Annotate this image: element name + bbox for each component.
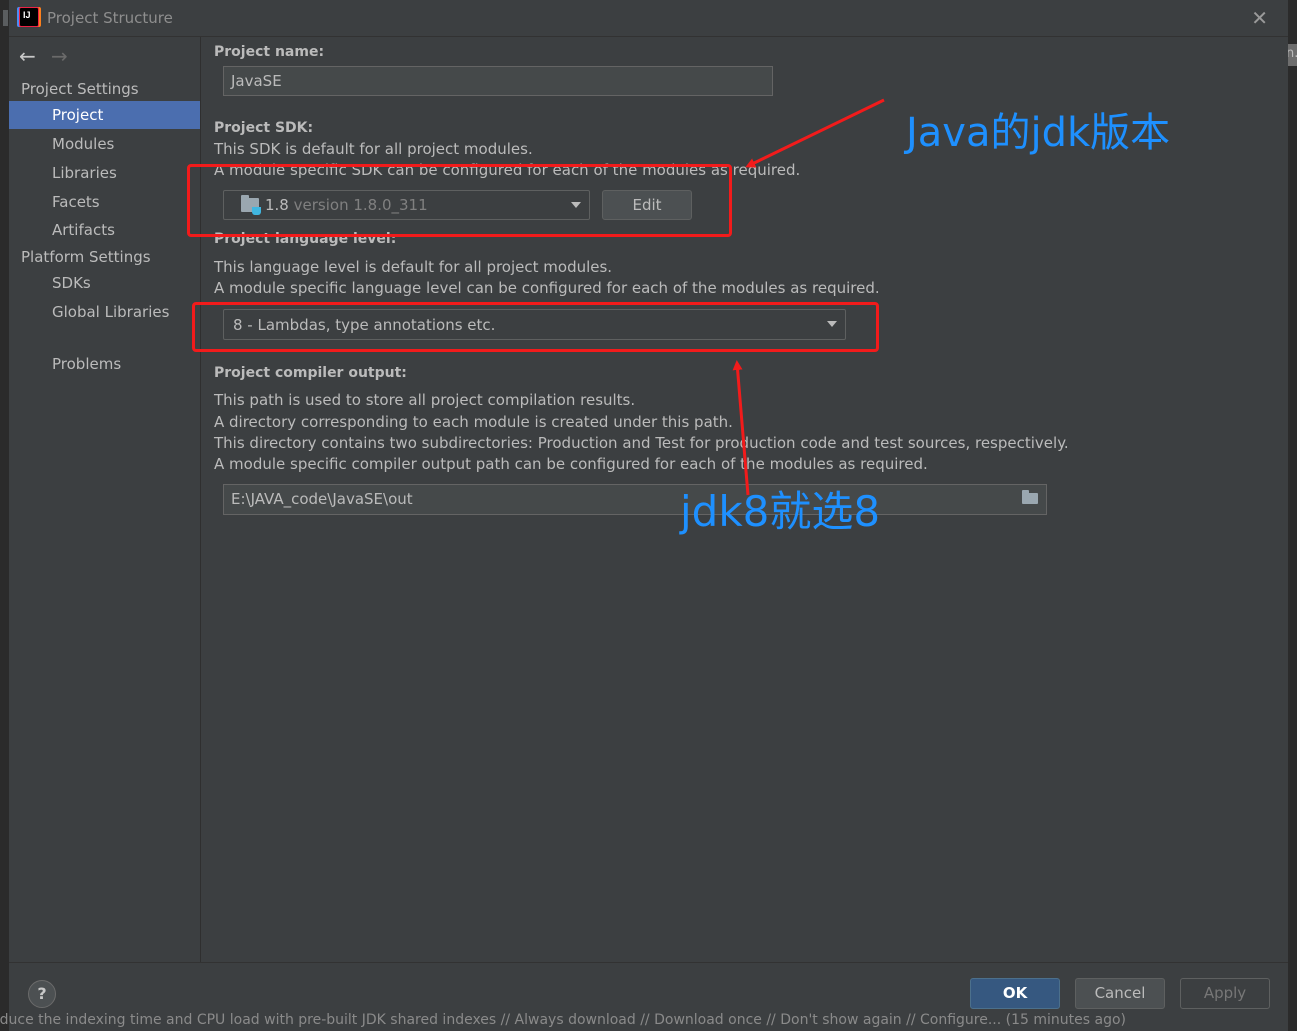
- output-description-4: A module specific compiler output path c…: [214, 455, 928, 473]
- background-left-edge: [0, 0, 9, 1030]
- background-right-edge: n.: [1286, 0, 1297, 1030]
- compiler-output-input[interactable]: E:\JAVA_code\JavaSE\out: [223, 484, 1047, 515]
- sidebar: ← → Project Settings Project Modules Libr…: [9, 37, 201, 962]
- sidebar-item-libraries[interactable]: Libraries: [9, 159, 200, 187]
- sdk-annotation-text: Java的jdk版本: [906, 110, 1171, 156]
- output-description-2: A directory corresponding to each module…: [214, 413, 733, 431]
- cancel-button[interactable]: Cancel: [1075, 978, 1165, 1009]
- language-description-1: This language level is default for all p…: [214, 258, 613, 276]
- language-level-highlight-box: [192, 302, 879, 352]
- sidebar-item-problems[interactable]: Problems: [9, 350, 200, 378]
- background-status-bar: educe the indexing time and CPU load wit…: [0, 1012, 1126, 1028]
- folder-open-icon[interactable]: [1022, 490, 1038, 504]
- sidebar-item-modules[interactable]: Modules: [9, 130, 200, 158]
- close-icon[interactable]: ✕: [1251, 8, 1268, 28]
- nav-arrows: ← →: [19, 44, 83, 68]
- compiler-output-label: Project compiler output:: [214, 365, 407, 381]
- sidebar-item-artifacts[interactable]: Artifacts: [9, 216, 200, 244]
- output-description-1: This path is used to store all project c…: [214, 391, 636, 409]
- sidebar-item-global-libraries[interactable]: Global Libraries: [9, 298, 200, 326]
- window-title: Project Structure: [47, 9, 173, 27]
- sidebar-item-facets[interactable]: Facets: [9, 188, 200, 216]
- language-description-2: A module specific language level can be …: [214, 279, 880, 297]
- intellij-idea-icon: IJ: [19, 7, 39, 27]
- output-description-3: This directory contains two subdirectori…: [214, 434, 1069, 452]
- help-button[interactable]: ?: [28, 980, 56, 1008]
- title-bar: IJ Project Structure ✕: [9, 0, 1288, 37]
- background-edge-marker: [3, 10, 8, 26]
- project-name-label: Project name:: [214, 44, 325, 60]
- language-annotation-text: jdk8就选8: [680, 487, 881, 536]
- project-sdk-label: Project SDK:: [214, 120, 314, 136]
- ok-button[interactable]: OK: [970, 978, 1060, 1009]
- sidebar-group-project-settings: Project Settings: [21, 80, 139, 98]
- sidebar-item-project[interactable]: Project: [9, 101, 200, 129]
- sidebar-item-sdks[interactable]: SDKs: [9, 269, 200, 297]
- sdk-highlight-box: [187, 164, 732, 237]
- sdk-description-1: This SDK is default for all project modu…: [214, 140, 533, 158]
- project-name-input[interactable]: JavaSE: [223, 66, 773, 96]
- apply-button[interactable]: Apply: [1180, 978, 1270, 1009]
- arrow-left-icon[interactable]: ←: [19, 44, 51, 68]
- compiler-output-value: E:\JAVA_code\JavaSE\out: [231, 490, 413, 508]
- project-name-value: JavaSE: [231, 72, 282, 90]
- sidebar-group-platform-settings: Platform Settings: [21, 248, 151, 266]
- arrow-right-icon[interactable]: →: [51, 44, 83, 68]
